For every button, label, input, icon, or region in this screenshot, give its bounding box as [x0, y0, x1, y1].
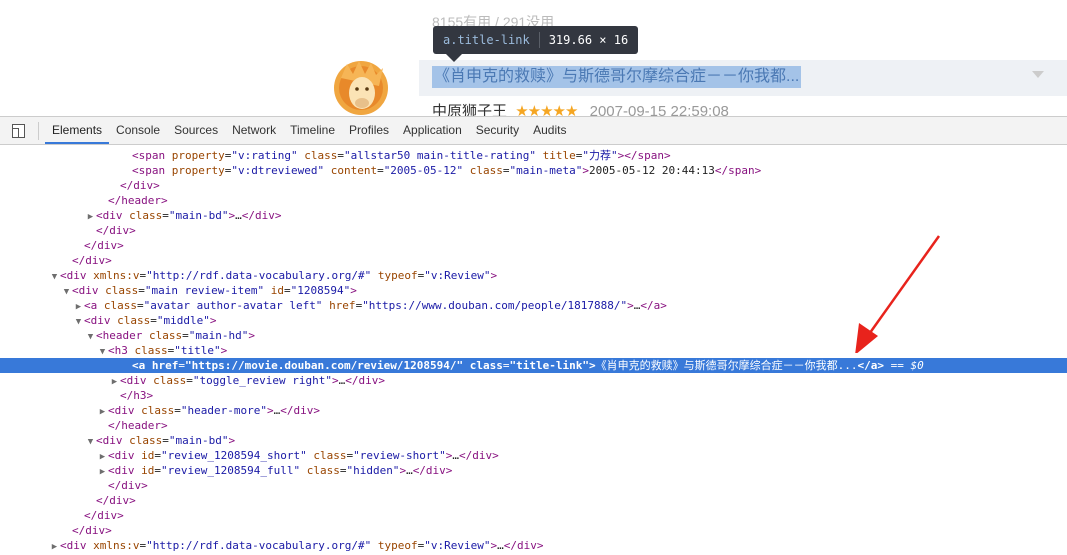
dom-node-markup: </div>	[72, 524, 112, 537]
tab-security[interactable]: Security	[469, 117, 526, 144]
device-toggle-icon[interactable]	[8, 120, 30, 142]
dom-node[interactable]: ▼ <header class="main-hd">	[0, 328, 1067, 343]
dom-node-markup: <div class="middle">	[84, 314, 217, 327]
tab-network[interactable]: Network	[225, 117, 283, 144]
dom-node-markup: </div>	[84, 509, 124, 522]
tab-application[interactable]: Application	[396, 117, 469, 144]
dom-node[interactable]: ▼ <div class="main-bd">	[0, 433, 1067, 448]
dom-node[interactable]: <span property="v:rating" class="allstar…	[0, 148, 1067, 163]
dom-node-markup: </div>	[120, 179, 160, 192]
dom-node-markup: <span property="v:rating" class="allstar…	[132, 149, 671, 162]
tooltip-divider	[538, 32, 540, 48]
expand-right-icon[interactable]: ▶	[49, 540, 60, 555]
review-author-line: 中原狮子王 ★★★★★ 2007-09-15 22:59:08	[432, 100, 729, 116]
dom-node-markup: </div>	[96, 224, 136, 237]
dom-node[interactable]: </div>	[0, 238, 1067, 253]
dom-node-markup: <div class="main review-item" id="120859…	[72, 284, 357, 297]
dom-node[interactable]: </div>	[0, 253, 1067, 268]
toggle-review-arrow-icon[interactable]	[1032, 71, 1044, 78]
dom-node[interactable]: ▶ <div class="header-more">…</div>	[0, 403, 1067, 418]
dom-node-markup: </div>	[108, 479, 148, 492]
devtools-toolbar: Elements Console Sources Network Timeline Pro…	[0, 117, 1067, 145]
dom-node[interactable]: <span property="v:dtreviewed" content="2…	[0, 163, 1067, 178]
toolbar-divider	[38, 121, 39, 140]
dom-node[interactable]: </div>	[0, 478, 1067, 493]
dom-node-markup: </div>	[72, 254, 112, 267]
dom-node[interactable]: ▶ <div id="review_1208594_short" class="r…	[0, 448, 1067, 463]
dom-node[interactable]: </div>	[0, 493, 1067, 508]
dom-node[interactable]: </header>	[0, 193, 1067, 208]
tab-profiles[interactable]: Profiles	[342, 117, 396, 144]
tooltip-size: 319.66 × 16	[548, 33, 629, 47]
dom-node-markup: </h3>	[120, 389, 154, 402]
dom-node[interactable]: </div>	[0, 523, 1067, 538]
tab-audits[interactable]: Audits	[526, 117, 573, 144]
dom-node[interactable]: ▶ <a class="avatar author-avatar left" hr…	[0, 298, 1067, 313]
review-date: 2007-09-15 22:59:08	[589, 103, 729, 116]
dom-node-markup: <header class="main-hd">	[96, 329, 255, 342]
dom-node[interactable]: </header>	[0, 418, 1067, 433]
dom-node-markup: <div class="main-bd">…</div>	[96, 209, 282, 222]
dom-node-markup: <div class="main-bd">	[96, 434, 236, 447]
dom-node[interactable]: </div>	[0, 508, 1067, 523]
dom-node-markup: </header>	[108, 194, 168, 207]
dom-node[interactable]: </div>	[0, 223, 1067, 238]
dom-node[interactable]: </div>	[0, 178, 1067, 193]
tooltip-selector: a.title-link	[443, 33, 530, 47]
lion-avatar-image[interactable]	[331, 58, 391, 116]
dom-node-markup: <span property="v:dtreviewed" content="2…	[132, 164, 762, 177]
dom-node[interactable]: ▼ <div class="main review-item" id="12085…	[0, 283, 1067, 298]
dom-node[interactable]: ▶ <div class="main-bd">…</div>	[0, 208, 1067, 223]
rating-stars: ★★★★★	[515, 103, 578, 116]
dom-node-markup: <div id="review_1208594_full" class="hid…	[108, 464, 453, 477]
dom-node-selected[interactable]: <a href="https://movie.douban.com/review…	[0, 358, 1067, 373]
dom-node[interactable]: ▶ <div class="toggle_review right">…</div…	[0, 373, 1067, 388]
author-name[interactable]: 中原狮子王	[432, 103, 507, 116]
dom-node-markup: <a href="https://movie.douban.com/review…	[132, 359, 924, 372]
dom-node[interactable]: ▶ <div xmlns:v="http://rdf.data-vocabular…	[0, 538, 1067, 553]
dom-node-markup: <h3 class="title">	[108, 344, 228, 357]
dom-node-markup: <div xmlns:v="http://rdf.data-vocabulary…	[60, 269, 498, 282]
dom-node-markup: <div id="review_1208594_short" class="re…	[108, 449, 499, 462]
devtools-tabs: Elements Console Sources Network Timeline Pro…	[45, 117, 573, 144]
tab-console[interactable]: Console	[109, 117, 167, 144]
dom-node[interactable]: ▶ <div id="review_1208594_full" class="hi…	[0, 463, 1067, 478]
dom-node[interactable]: ▼ <div class="middle">	[0, 313, 1067, 328]
dom-node[interactable]: ▼ <h3 class="title">	[0, 343, 1067, 358]
dom-node-markup: </header>	[108, 419, 168, 432]
dom-node-markup: </div>	[84, 239, 124, 252]
tab-elements[interactable]: Elements	[45, 117, 110, 144]
dom-node-markup: <div class="header-more">…</div>	[108, 404, 320, 417]
tooltip-tail	[446, 54, 462, 62]
element-tooltip: a.title-link 319.66 × 16	[433, 26, 639, 54]
dom-node-markup: </div>	[96, 494, 136, 507]
dom-node-markup: <div class="toggle_review right">…</div>	[120, 374, 385, 387]
tab-timeline[interactable]: Timeline	[283, 117, 342, 144]
tab-sources[interactable]: Sources	[167, 117, 225, 144]
devtools-panel: Elements Console Sources Network Timeline Pro…	[0, 116, 1067, 552]
dom-node[interactable]: </h3>	[0, 388, 1067, 403]
page-viewport: 8155有用 / 291没用 《肖申克的救赎》与斯德哥尔摩综合症－－你我都...…	[0, 0, 1067, 116]
dom-node-markup: <a class="avatar author-avatar left" hre…	[84, 299, 667, 312]
dom-node-markup: <div xmlns:v="http://rdf.data-vocabulary…	[60, 539, 544, 552]
review-title-link[interactable]: 《肖申克的救赎》与斯德哥尔摩综合症－－你我都...	[432, 66, 802, 88]
dom-node[interactable]: ▼ <div xmlns:v="http://rdf.data-vocabular…	[0, 268, 1067, 283]
